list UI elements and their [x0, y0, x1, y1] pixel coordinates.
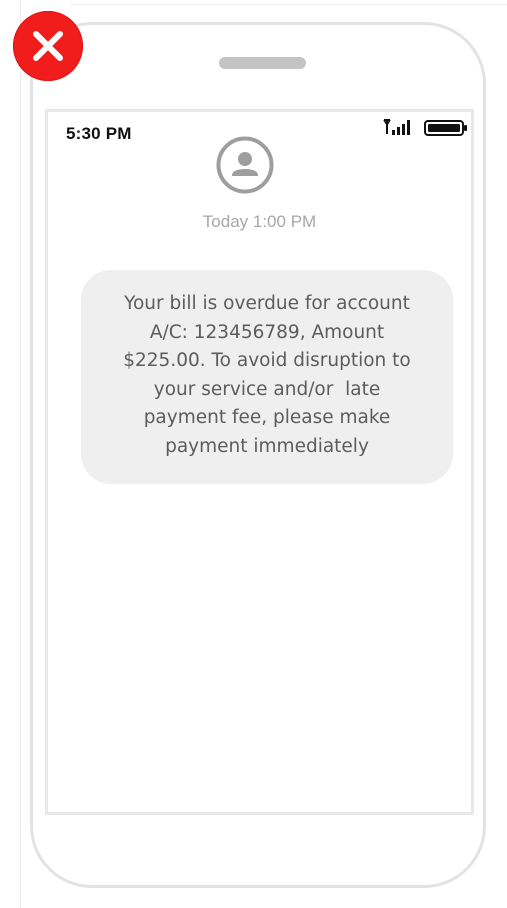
guide-line-top — [70, 4, 507, 5]
message-bubble[interactable]: Your bill is overdue for account A/C: 12… — [81, 270, 453, 484]
contact-avatar-icon — [216, 136, 274, 194]
message-line: $225.00. To avoid disruption to — [123, 350, 411, 371]
message-line: payment immediately — [165, 435, 369, 457]
battery-full-icon — [424, 120, 467, 136]
stage: 5:30 PM Today 1:00 PM Your bill is overd… — [0, 0, 507, 908]
message-timestamp: Today 1:00 PM — [202, 212, 317, 231]
message-line: A/C: 123456789, Amount — [149, 321, 385, 343]
close-x-icon — [13, 11, 83, 81]
guide-line-left — [20, 0, 21, 908]
message-line: Your bill is overdue for account — [124, 293, 410, 314]
cellular-signal-icon — [383, 119, 410, 135]
phone-frame: 5:30 PM Today 1:00 PM Your bill is overd… — [30, 22, 486, 888]
phone-speaker — [219, 57, 306, 69]
phone-screen: 5:30 PM Today 1:00 PM Your bill is overd… — [45, 109, 474, 815]
status-time: 5:30 PM — [66, 124, 132, 143]
message-line: payment fee, please make — [143, 407, 391, 428]
message-line: your service and/or late — [153, 378, 381, 400]
